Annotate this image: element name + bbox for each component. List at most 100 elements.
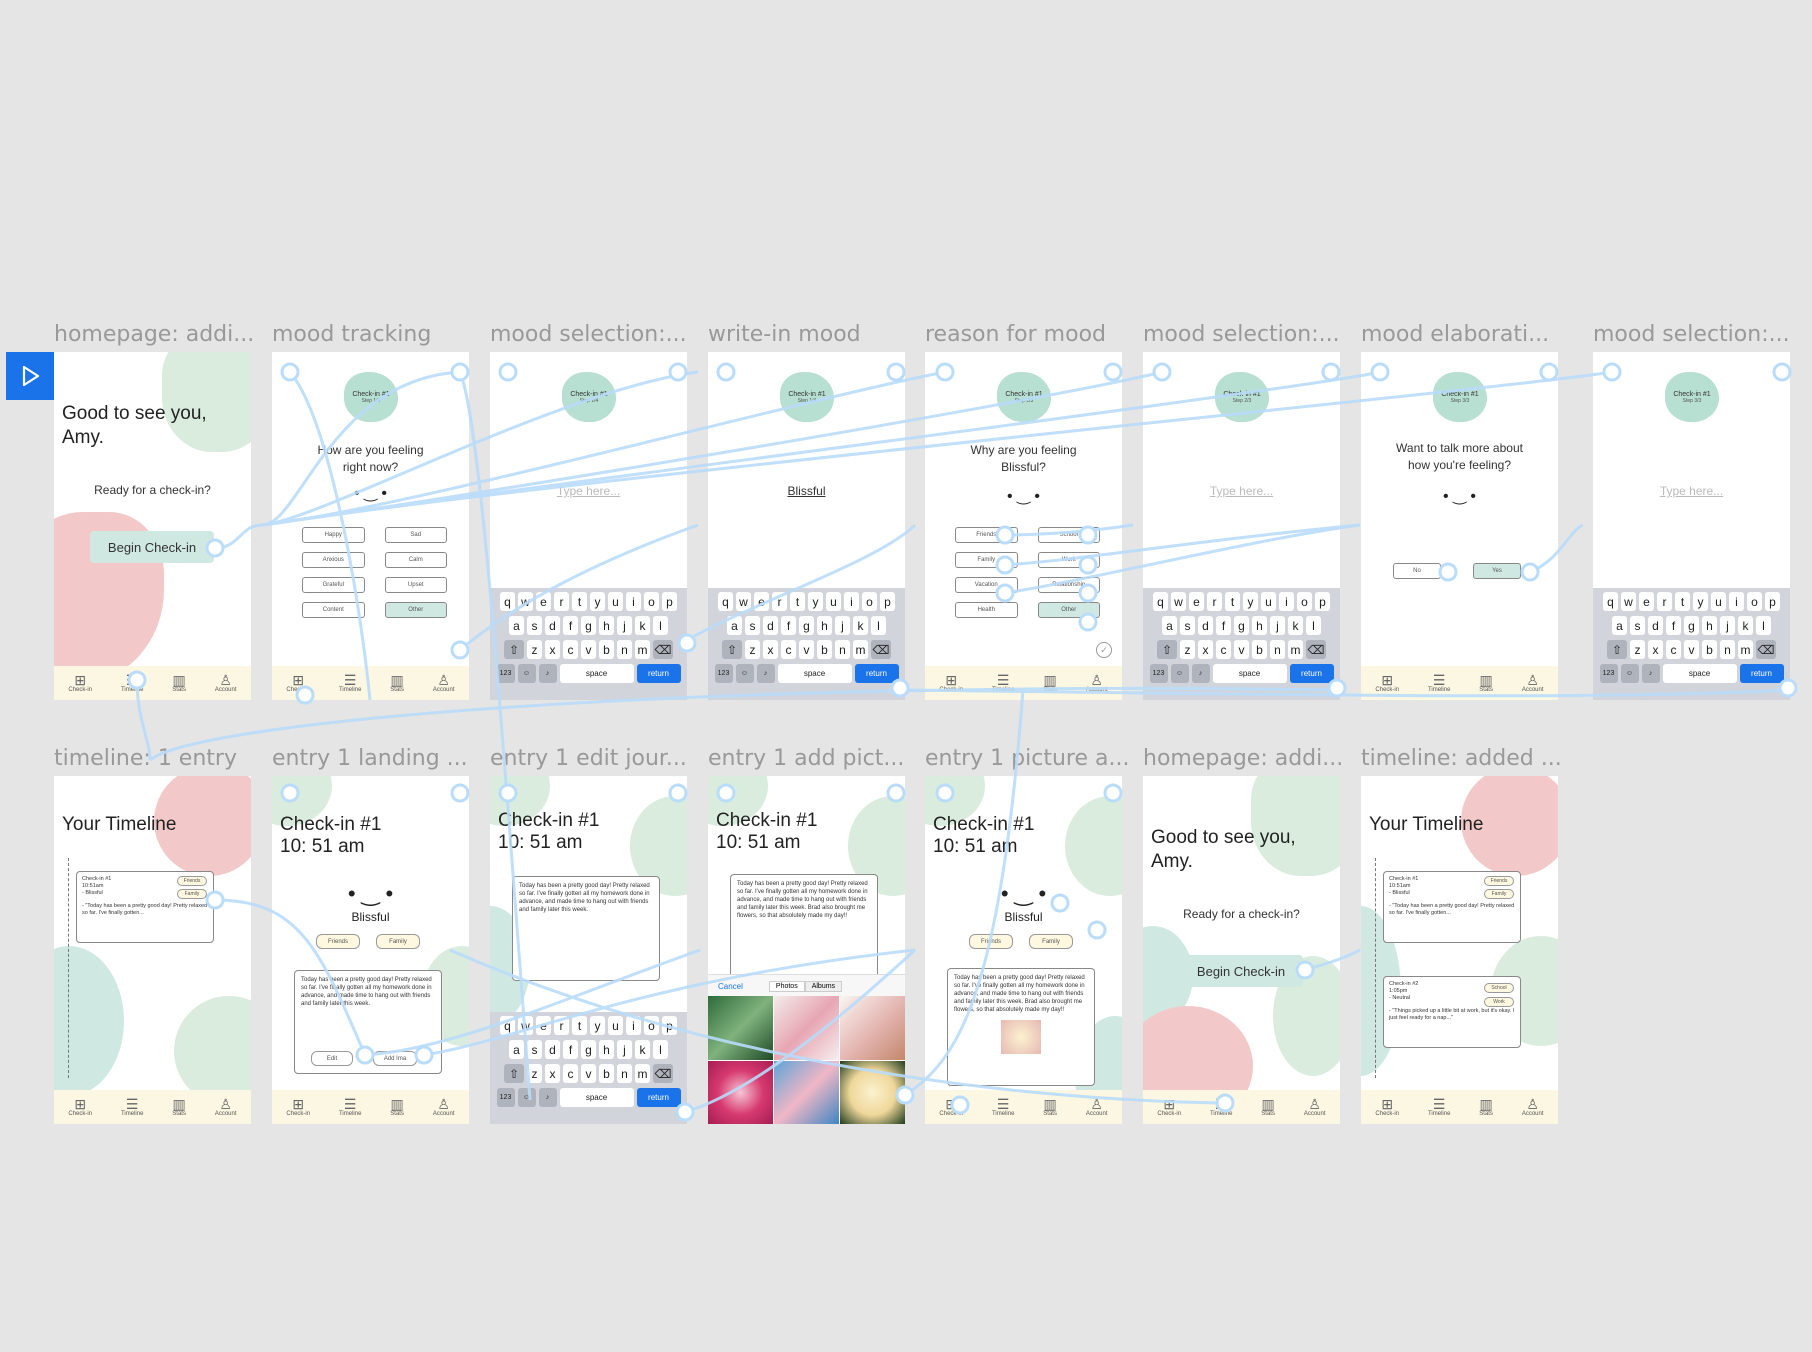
checkin-card[interactable]: Check-in #1 10:51am - Blissful - "Today has…: [1383, 871, 1521, 943]
reason-option[interactable]: Family: [955, 552, 1018, 568]
begin-checkin-button[interactable]: Begin Check-in: [1179, 955, 1303, 987]
mood-option[interactable]: Content: [302, 602, 365, 618]
photo-succulent[interactable]: [708, 996, 773, 1060]
return-key[interactable]: return: [854, 664, 899, 683]
yes-button[interactable]: Yes: [1473, 563, 1521, 579]
checkin-card[interactable]: Check-in #2 1:05pm - Neutral - "Things pick…: [1383, 976, 1521, 1048]
reason-option[interactable]: School: [1037, 527, 1100, 543]
photo-gerbera[interactable]: [708, 1061, 773, 1124]
tab-timeline[interactable]: ☰ Timeline: [992, 673, 1014, 693]
tab-checkin[interactable]: ⊞ Check-in: [939, 1097, 963, 1117]
tab-timeline[interactable]: ☰ Timeline: [121, 673, 143, 693]
frame-label[interactable]: reason for mood: [925, 322, 1135, 347]
frame-label[interactable]: homepage: addi...: [1143, 746, 1353, 771]
tab-account[interactable]: ♙ Account: [1304, 1097, 1326, 1117]
attached-photo[interactable]: [1001, 1020, 1041, 1054]
return-key[interactable]: return: [1289, 664, 1334, 683]
journal-entry: Today has been a pretty good day! Pretty…: [947, 968, 1095, 1086]
tab-checkin[interactable]: ⊞ Check-in: [68, 1097, 92, 1117]
tab-timeline[interactable]: ☰ Timeline: [1210, 1097, 1232, 1117]
tab-stats[interactable]: ▥ Stats: [390, 1097, 404, 1117]
tab-checkin[interactable]: ⊞ Check-in: [1157, 1097, 1181, 1117]
photo-bouquet[interactable]: [840, 996, 905, 1060]
tab-checkin[interactable]: ⊞ Check-in: [1375, 1097, 1399, 1117]
frame-label[interactable]: timeline: 1 entry: [54, 746, 264, 771]
tab-checkin[interactable]: ⊞ Check-in: [286, 673, 310, 693]
tab-account[interactable]: ♙ Account: [1086, 673, 1108, 693]
reason-option[interactable]: Friends: [955, 527, 1018, 543]
frame-label[interactable]: entry 1 edit jour...: [490, 746, 700, 771]
tab-checkin[interactable]: ⊞ Check-in: [68, 673, 92, 693]
mood-text-input[interactable]: Blissful: [708, 484, 905, 498]
reason-option[interactable]: Work: [1037, 552, 1100, 568]
elaborate-text-input[interactable]: Type here...: [1593, 484, 1790, 498]
tab-checkin[interactable]: ⊞ Check-in: [939, 673, 963, 693]
tab-timeline[interactable]: ☰ Timeline: [339, 1097, 361, 1117]
add-image-button[interactable]: Add Ima: [373, 1051, 417, 1066]
return-key[interactable]: return: [636, 1088, 681, 1107]
frame-label[interactable]: mood tracking: [272, 322, 482, 347]
checkin-card[interactable]: Check-in #1 10:51am - Blissful - "Today has…: [76, 871, 214, 943]
tab-stats[interactable]: ▥ Stats: [172, 1097, 186, 1117]
return-key[interactable]: return: [636, 664, 681, 683]
mood-option[interactable]: Happy: [302, 527, 365, 543]
photos-tab[interactable]: Photos: [768, 980, 805, 992]
albums-tab[interactable]: Albums: [804, 980, 843, 992]
mood-option[interactable]: Grateful: [302, 577, 365, 593]
chart-icon: ▥: [1043, 672, 1057, 688]
return-key[interactable]: return: [1739, 664, 1784, 683]
mood-option-other[interactable]: Other: [384, 602, 447, 618]
edit-button[interactable]: Edit: [311, 1051, 353, 1066]
reason-option-other[interactable]: Other: [1037, 602, 1100, 618]
tab-stats[interactable]: ▥ Stats: [1479, 1097, 1493, 1117]
tab-account[interactable]: ♙ Account: [1086, 1097, 1108, 1117]
tab-checkin[interactable]: ⊞ Check-in: [286, 1097, 310, 1117]
no-button[interactable]: No: [1393, 563, 1441, 579]
begin-checkin-button[interactable]: Begin Check-in: [90, 531, 214, 563]
tab-stats[interactable]: ▥ Stats: [390, 673, 404, 693]
frame-label[interactable]: entry 1 picture a...: [925, 746, 1135, 771]
frame-label[interactable]: timeline: added ...: [1361, 746, 1571, 771]
tab-account[interactable]: ♙ Account: [1522, 1097, 1544, 1117]
mood-text-input[interactable]: Type here...: [490, 484, 687, 498]
frame-label[interactable]: entry 1 add pict...: [708, 746, 918, 771]
frame-label[interactable]: write-in mood: [708, 322, 918, 347]
tab-account[interactable]: ♙ Account: [215, 1097, 237, 1117]
frame-label[interactable]: mood selection:...: [1593, 322, 1803, 347]
tab-account[interactable]: ♙ Account: [215, 673, 237, 693]
mood-option[interactable]: Anxious: [302, 552, 365, 568]
checkmark-icon[interactable]: ✓: [1096, 642, 1112, 658]
tab-account[interactable]: ♙ Account: [433, 673, 455, 693]
frame-label[interactable]: homepage: addi...: [54, 322, 264, 347]
tab-timeline[interactable]: ☰ Timeline: [121, 1097, 143, 1117]
journal-editor[interactable]: Today has been a pretty good day! Pretty…: [512, 876, 660, 981]
reason-option[interactable]: Relationship: [1037, 577, 1100, 593]
tab-stats[interactable]: ▥ Stats: [1043, 1097, 1057, 1117]
photo-blossoms[interactable]: [774, 1061, 839, 1124]
play-prototype-button[interactable]: [6, 352, 54, 400]
tab-timeline[interactable]: ☰ Timeline: [1428, 673, 1450, 693]
tab-stats[interactable]: ▥ Stats: [172, 673, 186, 693]
reason-option[interactable]: Vacation: [955, 577, 1018, 593]
photo-rose[interactable]: [840, 1061, 905, 1124]
frame-label[interactable]: entry 1 landing ...: [272, 746, 482, 771]
mood-option[interactable]: Upset: [384, 577, 447, 593]
frame-label[interactable]: mood selection:...: [1143, 322, 1353, 347]
tab-stats[interactable]: ▥ Stats: [1043, 673, 1057, 693]
tab-checkin[interactable]: ⊞ Check-in: [1375, 673, 1399, 693]
frame-label[interactable]: mood elaborati...: [1361, 322, 1571, 347]
frame-label[interactable]: mood selection:...: [490, 322, 700, 347]
tab-stats[interactable]: ▥ Stats: [1479, 673, 1493, 693]
tab-account[interactable]: ♙ Account: [1522, 673, 1544, 693]
mood-option[interactable]: Sad: [384, 527, 447, 543]
photo-pink-flowers[interactable]: [774, 996, 839, 1060]
tab-account[interactable]: ♙ Account: [433, 1097, 455, 1117]
mood-option[interactable]: Calm: [384, 552, 447, 568]
tab-stats[interactable]: ▥ Stats: [1261, 1097, 1275, 1117]
tab-timeline[interactable]: ☰ Timeline: [1428, 1097, 1450, 1117]
reason-text-input[interactable]: Type here...: [1143, 484, 1340, 498]
reason-option[interactable]: Health: [955, 602, 1018, 618]
cancel-button[interactable]: Cancel: [718, 982, 743, 991]
tab-timeline[interactable]: ☰ Timeline: [992, 1097, 1014, 1117]
tab-timeline[interactable]: ☰ Timeline: [339, 673, 361, 693]
